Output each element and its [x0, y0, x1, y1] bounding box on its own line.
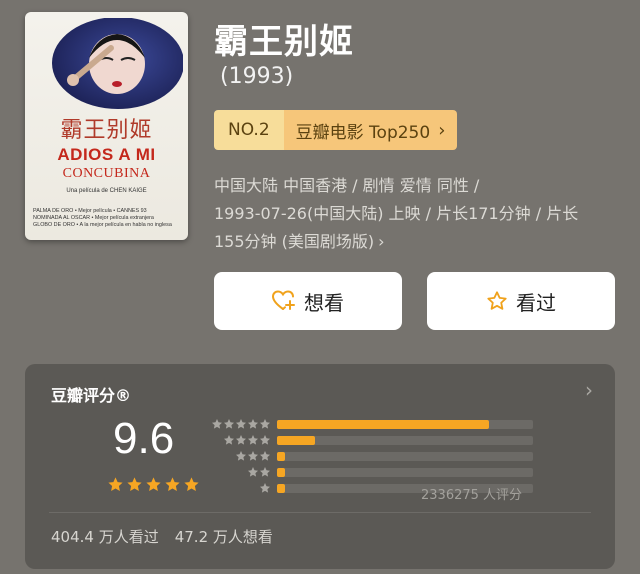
distribution-bar-track [277, 435, 533, 445]
star-icon [248, 451, 258, 461]
star-outline-icon [487, 291, 507, 310]
heart-plus-icon [272, 290, 295, 310]
poster-byline: Una película de CHEN KAIGE [66, 188, 147, 194]
rating-section-title: 豆瓣评分® [51, 386, 132, 405]
star-icon [108, 477, 123, 492]
distribution-stars [209, 466, 271, 478]
distribution-row-3-star [209, 448, 549, 464]
distribution-stars [209, 450, 271, 462]
divider [49, 512, 591, 513]
star-icon [260, 451, 270, 461]
distribution-bar-fill [277, 467, 285, 477]
poster-credits-1: PALMA DE ORO • Mejor película • CANNES 9… [33, 208, 147, 214]
rating-card[interactable]: 豆瓣评分® › 9.6 2336275 人评分 404.4 万人看过 47.2 … [25, 364, 615, 569]
rating-stars [107, 476, 200, 493]
distribution-row-5-star [209, 416, 549, 432]
rating-count: 2336275 人评分 [421, 488, 523, 503]
distribution-bar-track [277, 451, 533, 461]
star-icon [260, 483, 270, 493]
movie-title: 霸王别姬 [214, 22, 354, 62]
movie-meta[interactable]: 中国大陆 中国香港 / 剧情 爱情 同性 / 1993-07-26(中国大陆) … [214, 172, 624, 256]
star-icon [248, 435, 258, 445]
star-icon [236, 435, 246, 445]
meta-line-3: 155分钟 (美国剧场版) [214, 232, 375, 251]
star-icon [184, 477, 199, 492]
star-icon [248, 467, 258, 477]
distribution-stars [209, 418, 271, 430]
poster-english-title-1: ADIOS A MI [57, 145, 156, 164]
poster-credits-3: GLOBO DE ORO • A la mejor película en ha… [33, 222, 172, 228]
rank-list-label: 豆瓣电影 Top250 [295, 122, 431, 143]
star-icon [236, 451, 246, 461]
meta-line-1: 中国大陆 中国香港 / 剧情 爱情 同性 / [214, 176, 480, 195]
distribution-row-4-star [209, 432, 549, 448]
distribution-bar-track [277, 419, 533, 429]
star-icon [165, 477, 180, 492]
star-icon [127, 477, 142, 492]
distribution-bar-fill [277, 451, 285, 461]
poster-credits-2: NOMINADA AL OSCAR • Mejor película extra… [33, 215, 154, 221]
poster-chinese-title: 霸王别姬 [60, 118, 153, 143]
star-icon [248, 419, 258, 429]
meta-line-3-row: 155分钟 (美国剧场版) › [214, 228, 624, 256]
distribution-bar-fill [277, 483, 285, 493]
want-to-watch-button[interactable]: 想看 [214, 272, 402, 330]
rank-list-link[interactable]: 豆瓣电影 Top250 › [283, 110, 458, 150]
watched-count[interactable]: 404.4 万人看过 [51, 526, 159, 547]
top250-rank-badge[interactable]: NO.2 豆瓣电影 Top250 › [214, 110, 458, 150]
distribution-bar-track [277, 467, 533, 477]
poster-artwork [52, 18, 183, 109]
distribution-stars [209, 434, 271, 446]
movie-poster[interactable]: 霸王别姬 ADIOS A MI CONCUBINA Una película d… [25, 12, 188, 240]
rating-score: 9.6 [113, 414, 175, 463]
chevron-right-icon[interactable]: › [585, 378, 593, 402]
star-icon [212, 419, 222, 429]
want-to-watch-label: 想看 [304, 290, 344, 315]
star-icon [146, 477, 161, 492]
star-icon [260, 419, 270, 429]
distribution-stars [209, 482, 271, 494]
want-count[interactable]: 47.2 万人想看 [175, 526, 273, 547]
distribution-row-2-star [209, 464, 549, 480]
rank-number: NO.2 [214, 110, 284, 150]
star-icon [224, 435, 234, 445]
watched-label: 看过 [516, 290, 556, 315]
rating-footer: 404.4 万人看过 47.2 万人想看 [51, 526, 273, 547]
star-icon [260, 435, 270, 445]
distribution-bar-fill [277, 419, 490, 429]
meta-line-2: 1993-07-26(中国大陆) 上映 / 片长171分钟 / 片长 [214, 204, 579, 223]
poster-english-title-2: CONCUBINA [62, 166, 151, 181]
star-icon [236, 419, 246, 429]
star-icon [224, 419, 234, 429]
distribution-bar-fill [277, 435, 316, 445]
movie-year: (1993) [220, 64, 294, 89]
star-icon [260, 467, 270, 477]
chevron-right-icon: › [438, 119, 446, 141]
watched-button[interactable]: 看过 [427, 272, 615, 330]
chevron-right-icon: › [378, 232, 385, 251]
